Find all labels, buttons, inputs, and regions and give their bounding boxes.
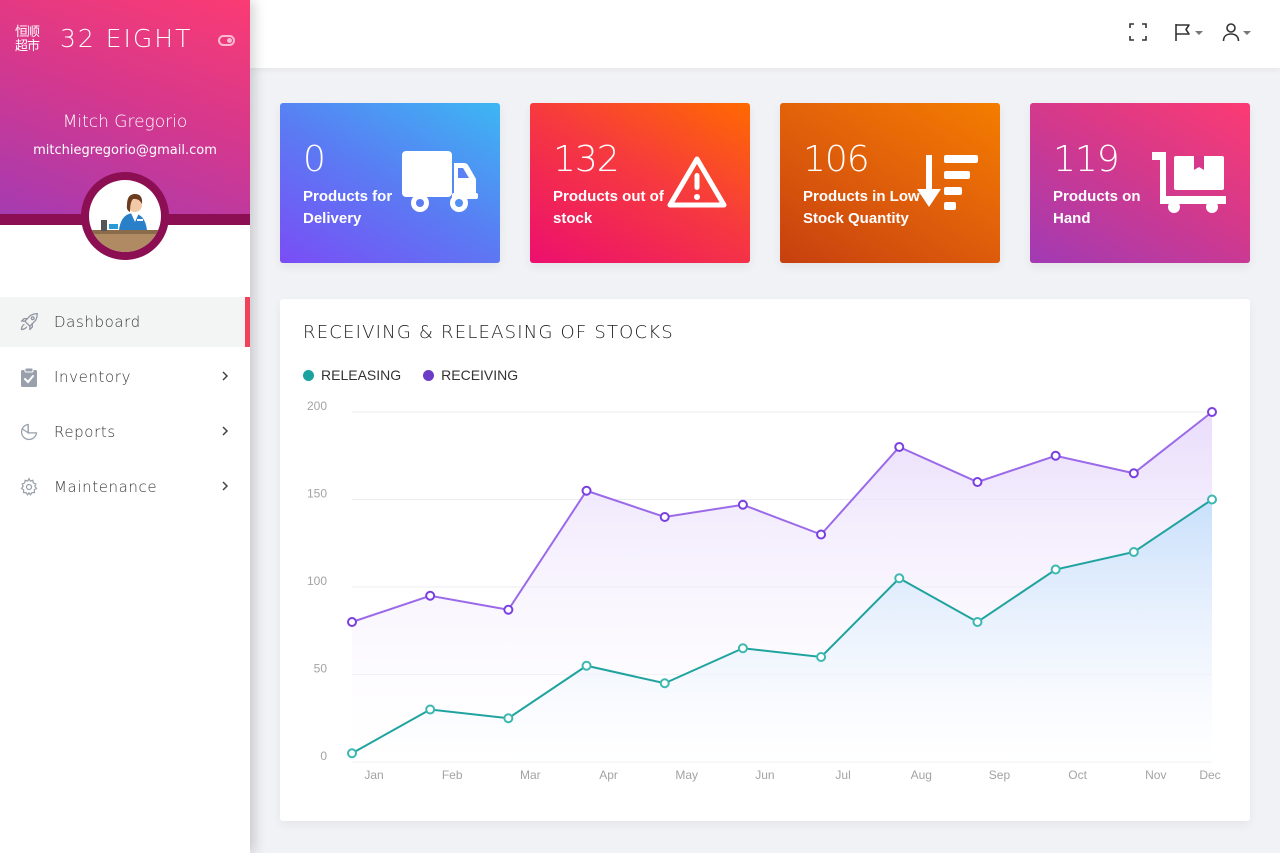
y-tick-label: 150 xyxy=(307,487,327,501)
data-point-releasing[interactable] xyxy=(581,660,592,671)
notifications-dropdown[interactable] xyxy=(1174,20,1203,44)
y-tick-label: 0 xyxy=(320,749,327,763)
y-tick-label: 100 xyxy=(307,574,327,588)
stat-label: Products out of stock xyxy=(553,188,664,227)
stock-chart-card: RECEIVING & RELEASING OF STOCKS RELEASIN… xyxy=(280,299,1250,821)
stat-card-on-hand[interactable]: 119 Products on Hand xyxy=(1030,103,1250,263)
data-point-receiving[interactable] xyxy=(425,590,436,601)
stat-value: 0 xyxy=(303,139,326,180)
data-point-releasing[interactable] xyxy=(425,704,436,715)
sidebar-nav: Dashboard Inventory Reports Maintenance xyxy=(0,297,250,517)
flag-icon xyxy=(1175,24,1190,41)
x-tick-label: Mar xyxy=(520,768,541,782)
stat-value: 119 xyxy=(1053,139,1120,180)
chevron-right-icon xyxy=(222,371,229,381)
x-tick-label: Jan xyxy=(364,768,383,782)
stat-value: 106 xyxy=(803,139,870,180)
sidebar-item-dashboard[interactable]: Dashboard xyxy=(0,297,250,347)
data-point-receiving[interactable] xyxy=(1128,468,1139,479)
user-icon xyxy=(1222,23,1240,42)
data-point-receiving[interactable] xyxy=(659,512,670,522)
data-point-receiving[interactable] xyxy=(816,529,827,540)
data-point-receiving[interactable] xyxy=(347,617,357,627)
data-point-receiving[interactable] xyxy=(1050,450,1061,461)
warning-icon xyxy=(667,156,727,208)
gear-icon xyxy=(18,476,40,498)
data-point-releasing[interactable] xyxy=(1128,547,1139,557)
topbar xyxy=(250,0,1280,68)
data-point-releasing[interactable] xyxy=(659,678,670,689)
x-tick-label: Sep xyxy=(989,768,1011,782)
x-tick-label: Jun xyxy=(755,768,774,782)
sidebar-item-label: Reports xyxy=(54,423,116,441)
x-tick-label: Dec xyxy=(1199,768,1220,782)
line-chart: 0 50 100 150 200 Jan Feb Mar Apr May Jun Jul Aug Sep O… xyxy=(307,399,1221,782)
chevron-right-icon xyxy=(222,426,229,436)
data-point-releasing[interactable] xyxy=(1207,494,1217,505)
sidebar-item-inventory[interactable]: Inventory xyxy=(0,352,250,402)
sidebar-toggle-icon[interactable] xyxy=(218,35,235,46)
data-point-releasing[interactable] xyxy=(972,617,983,627)
clipboard-check-icon xyxy=(18,366,40,388)
data-point-receiving[interactable] xyxy=(894,442,905,452)
stat-card-delivery[interactable]: 0 Products for Delivery xyxy=(280,103,500,263)
fullscreen-button[interactable] xyxy=(1128,20,1148,44)
y-tick-label: 200 xyxy=(307,399,327,413)
sidebar: 恒顺超市 32 EIGHT Mitch Gregorio mitchiegreg… xyxy=(0,0,250,853)
x-tick-label: Oct xyxy=(1068,768,1087,782)
data-point-releasing[interactable] xyxy=(503,713,514,724)
user-email: mitchiegregorio@gmail.com xyxy=(33,143,217,158)
data-point-releasing[interactable] xyxy=(894,573,905,584)
sidebar-item-maintenance[interactable]: Maintenance xyxy=(0,462,250,512)
x-tick-label: Nov xyxy=(1145,768,1166,782)
logo[interactable]: 恒顺超市 xyxy=(15,26,45,54)
user-dropdown[interactable] xyxy=(1222,20,1251,44)
x-tick-label: Jul xyxy=(835,768,850,782)
truck-icon xyxy=(402,151,478,212)
stat-card-low-stock[interactable]: 106 Products in Low Stock Quantity xyxy=(780,103,1000,263)
rocket-icon xyxy=(18,311,40,333)
pie-chart-icon xyxy=(18,421,40,443)
stat-value: 132 xyxy=(553,139,620,180)
sidebar-item-reports[interactable]: Reports xyxy=(0,407,250,457)
fullscreen-icon xyxy=(1129,23,1147,41)
sidebar-item-label: Inventory xyxy=(54,368,132,386)
x-tick-label: Apr xyxy=(599,768,618,782)
y-tick-label: 50 xyxy=(314,662,328,676)
stat-label: Products in Low Stock Quantity xyxy=(803,188,920,227)
data-point-receiving[interactable] xyxy=(972,477,983,487)
data-point-receiving[interactable] xyxy=(581,485,592,496)
sort-amount-down-icon xyxy=(917,155,978,210)
avatar-image xyxy=(89,180,161,252)
data-point-releasing[interactable] xyxy=(347,748,357,759)
data-point-receiving[interactable] xyxy=(1207,407,1217,417)
stat-card-out-of-stock[interactable]: 132 Products out of stock xyxy=(530,103,750,263)
caret-down-icon xyxy=(1195,31,1203,35)
data-point-releasing[interactable] xyxy=(816,652,827,662)
sidebar-item-label: Dashboard xyxy=(54,313,141,331)
data-point-receiving[interactable] xyxy=(503,604,514,615)
dolly-box-icon xyxy=(1152,152,1226,213)
brand-name[interactable]: 32 EIGHT xyxy=(60,24,192,53)
avatar[interactable] xyxy=(81,172,169,260)
data-point-receiving[interactable] xyxy=(737,499,748,510)
sidebar-item-label: Maintenance xyxy=(54,478,158,496)
x-tick-label: Feb xyxy=(442,768,463,782)
x-tick-label: May xyxy=(675,768,698,782)
user-name: Mitch Gregorio xyxy=(62,112,188,132)
caret-down-icon xyxy=(1243,31,1251,35)
data-point-releasing[interactable] xyxy=(737,643,748,654)
chevron-right-icon xyxy=(222,481,229,491)
data-point-releasing[interactable] xyxy=(1050,564,1061,575)
x-tick-label: Aug xyxy=(911,768,932,782)
